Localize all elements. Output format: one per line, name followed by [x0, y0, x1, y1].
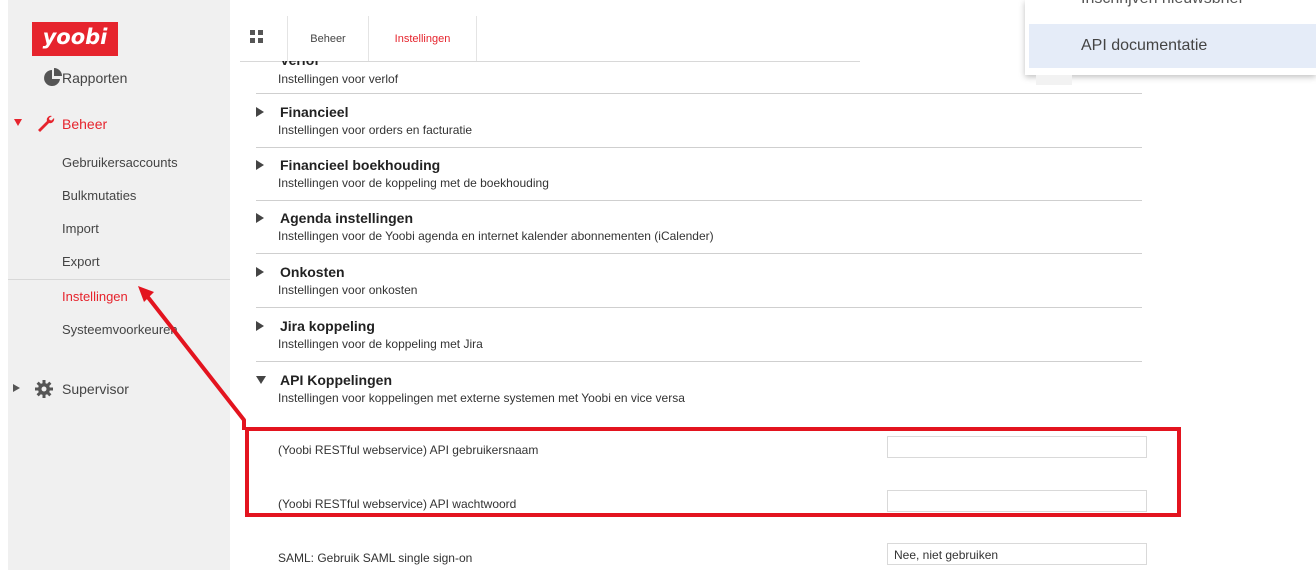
help-dropdown-menu: Inschrijven nieuwsbrief API documentatie	[1025, 0, 1316, 75]
dropdown-shadow	[1036, 75, 1072, 85]
annotation-arrow	[138, 286, 246, 430]
menu-item-api-documentatie[interactable]: API documentatie	[1029, 24, 1316, 68]
menu-item-nieuwsbrief[interactable]: Inschrijven nieuwsbrief	[1081, 0, 1243, 8]
